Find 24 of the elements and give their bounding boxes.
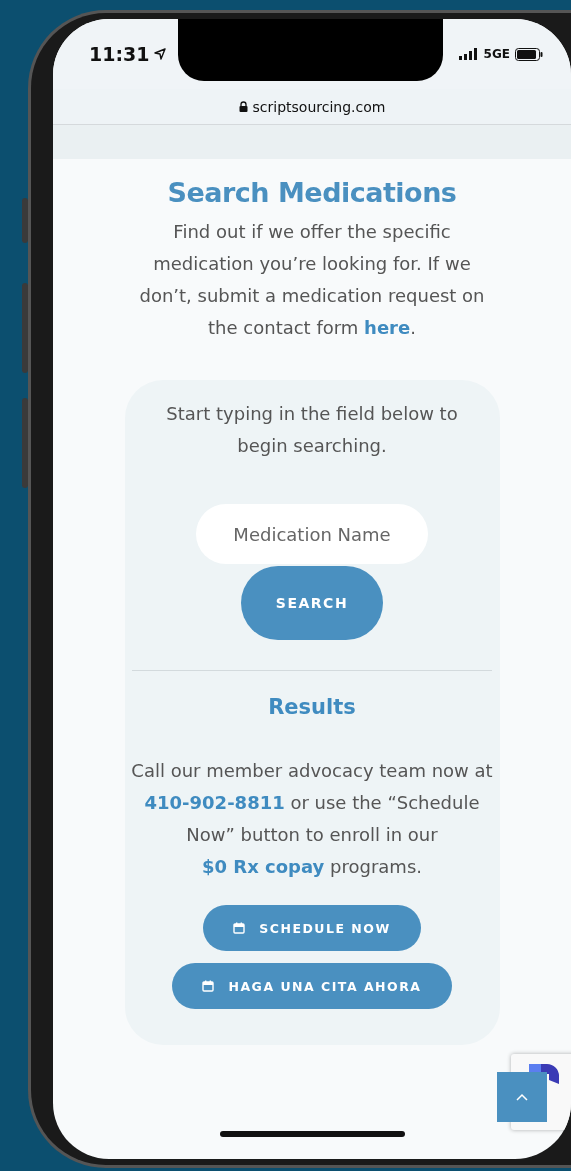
battery-icon: [515, 47, 543, 61]
status-time: 11:31: [89, 43, 150, 65]
schedule-button[interactable]: SCHEDULE NOW: [203, 905, 421, 951]
schedule-button[interactable]: HAGA UNA CITA AHORA: [172, 963, 452, 1009]
signal-icon: [458, 48, 479, 60]
search-button[interactable]: SEARCH: [241, 566, 383, 640]
calendar-icon: [202, 980, 215, 992]
text-link[interactable]: 410-902-8811: [144, 792, 285, 813]
intro-paragraph: Find out if we offer the specific medication you’re looking for. If we don’t, submit a medication request on the contact form here.: [138, 220, 486, 340]
chevron-up-icon: [516, 1093, 528, 1101]
location-arrow-icon: [154, 48, 167, 60]
back-to-top-button[interactable]: [497, 1072, 547, 1122]
calendar-icon: [233, 922, 246, 934]
network-type: 5GE: [483, 47, 510, 61]
url-text: scriptsourcing.com: [252, 98, 386, 115]
text-link[interactable]: $0 Rx copay: [202, 856, 325, 877]
results-message: Call our member advocacy team now at 410-902-8811 or use the “Schedule Now” button to enroll in our $0 Rx copay programs.: [130, 759, 494, 879]
page-title: Search Medications: [167, 177, 457, 208]
lock-icon: [238, 101, 248, 112]
here-link[interactable]: here: [364, 317, 411, 338]
search-instructions: Start typing in the field below to begin searching.: [165, 402, 459, 458]
address-bar[interactable]: scriptsourcing.com: [53, 89, 571, 125]
medication-search-field[interactable]: Medication Name: [196, 504, 428, 564]
results-title: Results: [268, 695, 356, 719]
